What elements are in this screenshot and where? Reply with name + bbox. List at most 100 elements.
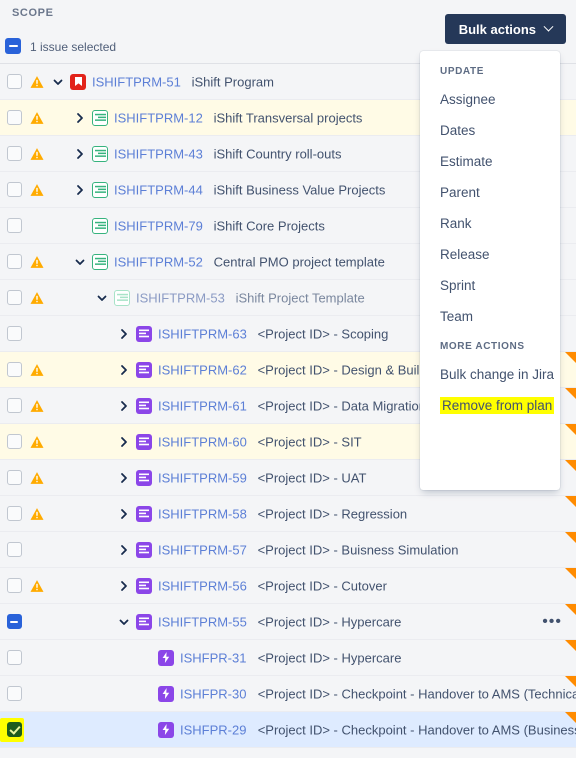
menu-item-team[interactable]: Team xyxy=(420,301,560,332)
date-marker-flag-icon xyxy=(565,388,576,399)
row-checkbox-wrapper[interactable] xyxy=(5,397,23,415)
table-row[interactable]: ISHIFTPRM-56 <Project ID> - Cutover xyxy=(0,568,576,604)
row-checkbox[interactable] xyxy=(6,398,22,413)
table-row[interactable]: ISHFPR-31 <Project ID> - Hypercare xyxy=(0,640,576,676)
menu-item-bulk-change-in-jira[interactable]: Bulk change in Jira xyxy=(420,359,560,390)
row-checkbox[interactable] xyxy=(6,74,22,89)
bulk-actions-dropdown[interactable]: UPDATE Assignee Dates Estimate Parent Rank Rel… xyxy=(420,51,560,490)
issue-key-link[interactable]: ISHIFTPRM-58 xyxy=(158,506,247,521)
collapse-toggle-icon[interactable] xyxy=(52,76,64,88)
row-checkbox-wrapper[interactable] xyxy=(5,613,23,631)
issue-key-link[interactable]: ISHIFTPRM-55 xyxy=(158,614,247,629)
row-checkbox[interactable] xyxy=(6,470,22,485)
table-row[interactable]: ISHIFTPRM-55 <Project ID> - Hypercare ••• xyxy=(0,604,576,640)
row-checkbox-wrapper[interactable] xyxy=(5,325,23,343)
issue-key-link[interactable]: ISHIFTPRM-51 xyxy=(92,74,181,89)
menu-item-release[interactable]: Release xyxy=(420,239,560,270)
issue-key-link[interactable]: ISHIFTPRM-57 xyxy=(158,542,247,557)
issue-key-link[interactable]: ISHFPR-30 xyxy=(180,686,246,701)
row-checkbox-wrapper[interactable] xyxy=(5,721,23,739)
row-checkbox-wrapper[interactable] xyxy=(5,505,23,523)
expand-toggle-icon[interactable] xyxy=(118,364,130,376)
issue-key-link[interactable]: ISHIFTPRM-52 xyxy=(114,254,203,269)
issue-key-link[interactable]: ISHIFTPRM-62 xyxy=(158,362,247,377)
row-more-actions-icon[interactable]: ••• xyxy=(542,613,562,629)
expand-toggle-icon[interactable] xyxy=(118,400,130,412)
expand-toggle-icon[interactable] xyxy=(74,112,86,124)
row-checkbox[interactable] xyxy=(6,182,22,197)
row-checkbox-wrapper[interactable] xyxy=(5,145,23,163)
issue-key-link[interactable]: ISHIFTPRM-53 xyxy=(136,290,225,305)
issue-key-link[interactable]: ISHIFTPRM-12 xyxy=(114,110,203,125)
issue-key-link[interactable]: ISHFPR-31 xyxy=(180,650,246,665)
row-checkbox[interactable] xyxy=(6,362,22,377)
issue-key-link[interactable]: ISHIFTPRM-60 xyxy=(158,434,247,449)
row-checkbox[interactable] xyxy=(6,218,22,233)
row-checkbox[interactable] xyxy=(6,650,22,665)
issue-key-link[interactable]: ISHIFTPRM-79 xyxy=(114,218,203,233)
expand-toggle-icon[interactable] xyxy=(118,544,130,556)
menu-item-estimate[interactable]: Estimate xyxy=(420,146,560,177)
menu-item-parent[interactable]: Parent xyxy=(420,177,560,208)
row-checkbox-wrapper[interactable] xyxy=(5,109,23,127)
row-checkbox[interactable] xyxy=(6,542,22,557)
issue-key-link[interactable]: ISHFPR-29 xyxy=(180,722,246,737)
issue-key-link[interactable]: ISHIFTPRM-44 xyxy=(114,182,203,197)
row-checkbox-wrapper[interactable] xyxy=(5,289,23,307)
row-checkbox[interactable] xyxy=(6,686,22,701)
expand-toggle-icon[interactable] xyxy=(118,328,130,340)
row-checkbox[interactable] xyxy=(6,326,22,341)
issue-summary: iShift Country roll-outs xyxy=(213,146,342,161)
expand-toggle-icon[interactable] xyxy=(118,508,130,520)
row-checkbox-wrapper[interactable] xyxy=(5,685,23,703)
epic-icon xyxy=(136,433,152,450)
menu-item-assignee[interactable]: Assignee xyxy=(420,84,560,115)
expand-toggle-icon[interactable] xyxy=(74,148,86,160)
issue-key-link[interactable]: ISHIFTPRM-43 xyxy=(114,146,203,161)
program-icon xyxy=(70,73,86,90)
row-checkbox[interactable] xyxy=(6,506,22,521)
collapse-toggle-icon[interactable] xyxy=(74,256,86,268)
row-checkbox[interactable] xyxy=(6,722,22,737)
table-row[interactable]: ISHFPR-29 <Project ID> - Checkpoint - Han… xyxy=(0,712,576,748)
row-checkbox-wrapper[interactable] xyxy=(5,469,23,487)
row-checkbox[interactable] xyxy=(6,290,22,305)
menu-item-dates[interactable]: Dates xyxy=(420,115,560,146)
row-checkbox[interactable] xyxy=(6,434,22,449)
row-checkbox-wrapper[interactable] xyxy=(5,541,23,559)
table-row[interactable]: ISHIFTPRM-57 <Project ID> - Buisness Simu… xyxy=(0,532,576,568)
row-checkbox[interactable] xyxy=(6,578,22,593)
row-checkbox-wrapper[interactable] xyxy=(5,181,23,199)
table-row[interactable]: ISHIFTPRM-58 <Project ID> - Regression xyxy=(0,496,576,532)
row-checkbox[interactable] xyxy=(6,254,22,269)
row-checkbox[interactable] xyxy=(6,614,22,629)
row-checkbox-wrapper[interactable] xyxy=(5,73,23,91)
table-row[interactable]: ISHFPR-30 <Project ID> - Checkpoint - Han… xyxy=(0,676,576,712)
collapse-toggle-icon[interactable] xyxy=(118,616,130,628)
menu-item-rank[interactable]: Rank xyxy=(420,208,560,239)
select-all-checkbox[interactable] xyxy=(5,38,21,54)
row-checkbox[interactable] xyxy=(6,146,22,161)
issue-key-link[interactable]: ISHIFTPRM-61 xyxy=(158,398,247,413)
row-checkbox-wrapper[interactable] xyxy=(5,433,23,451)
expand-toggle-icon[interactable] xyxy=(118,436,130,448)
expand-toggle-icon[interactable] xyxy=(74,184,86,196)
issue-key-link[interactable]: ISHIFTPRM-59 xyxy=(158,470,247,485)
row-checkbox-wrapper[interactable] xyxy=(5,217,23,235)
menu-item-sprint[interactable]: Sprint xyxy=(420,270,560,301)
expand-toggle-icon[interactable] xyxy=(118,580,130,592)
expand-toggle-icon[interactable] xyxy=(118,472,130,484)
row-checkbox-wrapper[interactable] xyxy=(5,577,23,595)
issue-key-link[interactable]: ISHIFTPRM-63 xyxy=(158,326,247,341)
row-checkbox[interactable] xyxy=(6,110,22,125)
issue-summary: <Project ID> - Checkpoint - Handover to … xyxy=(257,722,576,737)
bulk-actions-button[interactable]: Bulk actions xyxy=(444,14,566,44)
row-checkbox-wrapper[interactable] xyxy=(5,361,23,379)
issue-summary: <Project ID> - Buisness Simulation xyxy=(257,542,459,557)
row-checkbox-wrapper[interactable] xyxy=(5,649,23,667)
issue-summary: iShift Business Value Projects xyxy=(213,182,386,197)
menu-item-remove-from-plan[interactable]: Remove from plan xyxy=(420,390,560,421)
row-checkbox-wrapper[interactable] xyxy=(5,253,23,271)
issue-key-link[interactable]: ISHIFTPRM-56 xyxy=(158,578,247,593)
collapse-toggle-icon[interactable] xyxy=(96,292,108,304)
